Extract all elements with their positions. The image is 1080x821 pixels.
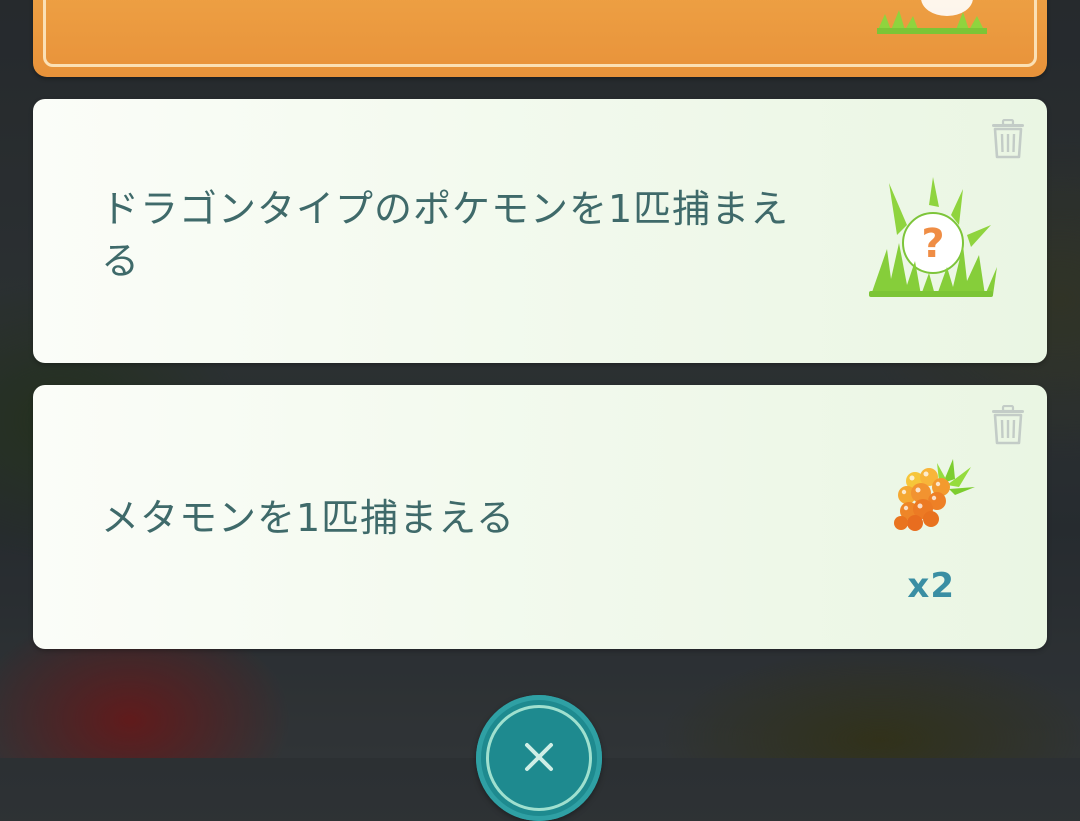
quest-description: ドラゴンタイプのポケモンを1匹捕まえる <box>101 187 790 283</box>
reward-count: x2 <box>907 566 955 606</box>
special-quest-card[interactable] <box>33 0 1047 77</box>
grass-reward-icon <box>877 0 987 34</box>
quest-card[interactable]: メタモンを1匹捕まえる x2 <box>33 385 1047 649</box>
golden-razz-berry-icon <box>894 459 975 531</box>
trash-icon[interactable] <box>991 119 1025 159</box>
quest-card[interactable]: ドラゴンタイプのポケモンを1匹捕まえる ? <box>33 99 1047 363</box>
svg-text:?: ? <box>921 221 944 267</box>
close-icon <box>525 743 553 771</box>
mystery-pokemon-encounter-icon: ? <box>869 177 997 297</box>
quest-description: メタモンを1匹捕まえる <box>101 496 516 540</box>
trash-icon[interactable] <box>991 405 1025 445</box>
close-button[interactable] <box>476 695 602 821</box>
